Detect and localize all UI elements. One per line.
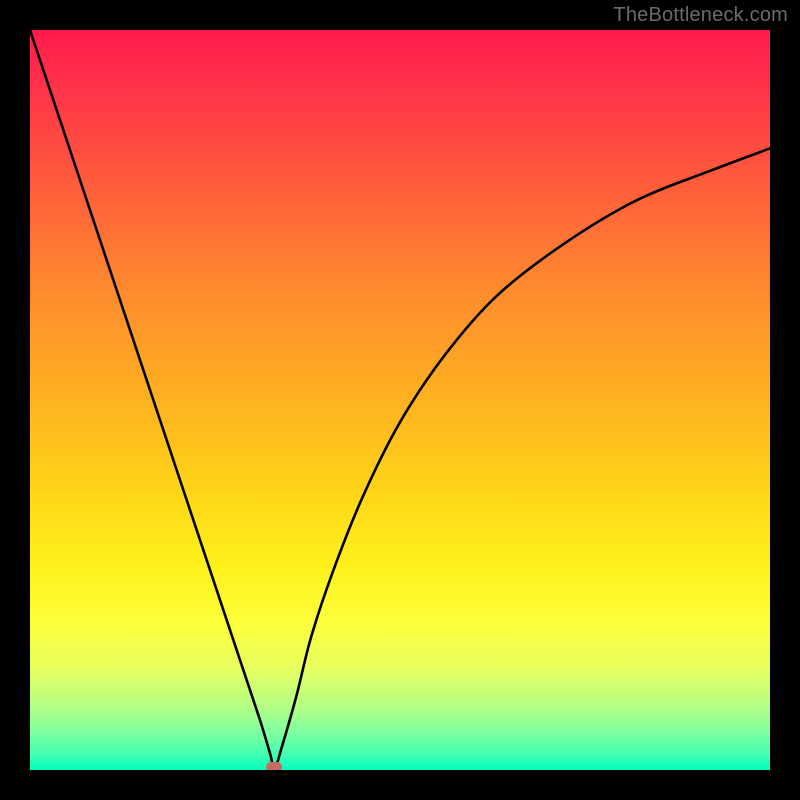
bottleneck-curve xyxy=(30,30,770,770)
minimum-marker-icon xyxy=(266,762,282,770)
plot-area xyxy=(30,30,770,770)
watermark-text: TheBottleneck.com xyxy=(613,4,788,27)
chart-frame: TheBottleneck.com xyxy=(0,0,800,800)
